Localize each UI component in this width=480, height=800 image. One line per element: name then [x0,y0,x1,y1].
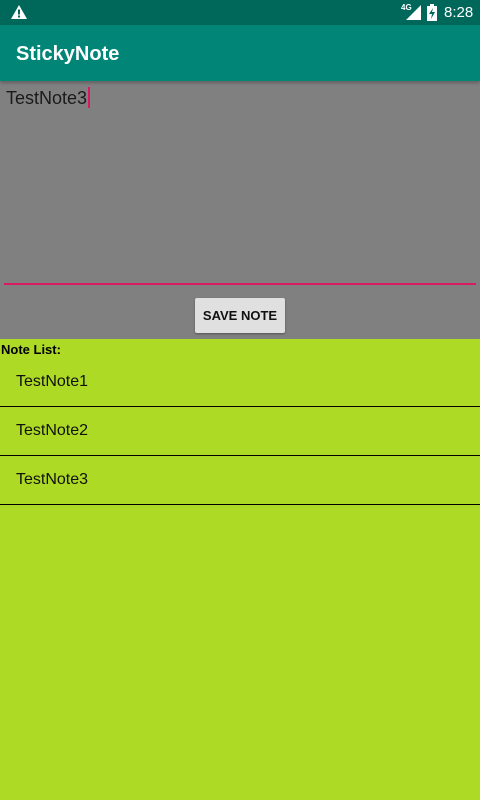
note-list-item-label: TestNote1 [16,373,89,390]
note-list-item[interactable]: TestNote3 [0,456,480,505]
note-list-header: Note List: [1,342,61,357]
warning-icon [11,5,27,19]
note-list-item[interactable]: TestNote2 [0,407,480,456]
screen: 4G 8:28 StickyNote TestNote3 SAVE NOTE N… [0,0,480,800]
status-time: 8:28 [444,4,474,21]
app-bar: StickyNote [0,25,480,81]
status-bar: 4G 8:28 [0,0,480,25]
note-input[interactable]: TestNote3 [4,87,476,283]
signal-icon: 4G [400,3,422,21]
input-underline [4,283,476,285]
battery-charging-icon [427,4,437,21]
text-cursor [88,87,91,108]
note-editor-area: TestNote3 SAVE NOTE [0,81,480,339]
save-note-button[interactable]: SAVE NOTE [195,298,285,333]
note-list: TestNote1 TestNote2 TestNote3 [0,358,480,505]
note-list-item-label: TestNote3 [16,471,89,488]
app-title: StickyNote [16,43,120,65]
note-list-item[interactable]: TestNote1 [0,358,480,407]
note-input-text: TestNote3 [6,88,88,108]
note-list-item-label: TestNote2 [16,422,89,439]
